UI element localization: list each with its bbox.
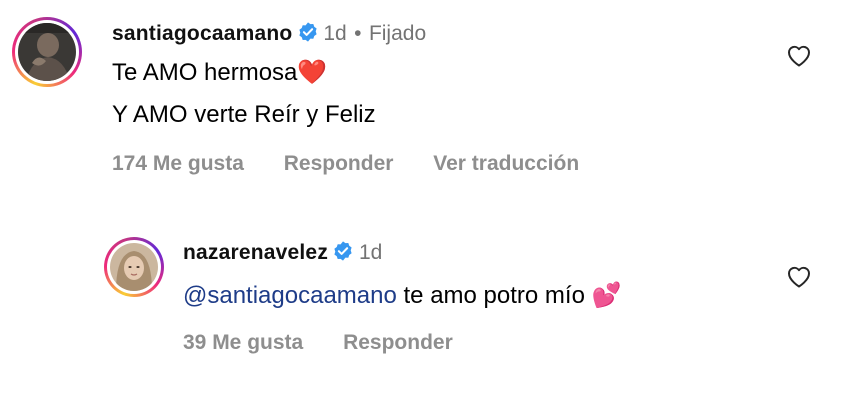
separator-dot: • — [354, 22, 362, 45]
username[interactable]: santiagocaamano — [112, 22, 292, 45]
like-heart-icon[interactable] — [786, 44, 812, 73]
comment-age: 1d — [358, 241, 383, 264]
red-heart-emoji: ❤️ — [297, 59, 328, 86]
comment-body: @santiagocaamano te amo potro mío 💕 — [183, 281, 622, 311]
reply-button[interactable]: Responder — [343, 331, 453, 354]
likes-count-button[interactable]: 174 Me gusta — [112, 152, 244, 175]
avatar-image — [110, 243, 158, 291]
reply-button[interactable]: Responder — [284, 152, 394, 175]
like-heart-icon[interactable] — [786, 265, 812, 294]
comment-header: nazarenavelez 1d — [183, 240, 382, 267]
comment-actions: 174 Me gusta Responder Ver traducción — [112, 152, 613, 176]
verified-badge-icon — [332, 240, 354, 267]
comment-line-2: Y AMO verte Reír y Feliz — [112, 101, 376, 128]
comment-actions: 39 Me gusta Responder — [183, 331, 487, 355]
verified-badge-icon — [297, 21, 319, 48]
comment-line-1: Te AMO hermosa❤️ — [112, 59, 328, 86]
comment-santiagocaamano: santiagocaamano 1d • Fijado Te AMO hermo… — [0, 0, 862, 200]
comment-body: Te AMO hermosa❤️ Y AMO verte Reír y Feli… — [112, 58, 376, 130]
pinned-label: Fijado — [368, 22, 427, 45]
comment-header: santiagocaamano 1d • Fijado — [112, 21, 426, 48]
comment-age: 1d — [323, 22, 347, 45]
avatar-image — [18, 23, 76, 81]
likes-count-button[interactable]: 39 Me gusta — [183, 331, 303, 354]
two-hearts-emoji: 💕 — [591, 282, 622, 309]
comment-text: te amo potro mío — [403, 282, 585, 309]
avatar-nazarenavelez[interactable] — [104, 237, 164, 297]
username[interactable]: nazarenavelez — [183, 241, 328, 264]
translate-button[interactable]: Ver traducción — [433, 152, 579, 175]
avatar-santiagocaamano[interactable] — [12, 17, 82, 87]
mention-link[interactable]: @santiagocaamano — [183, 282, 397, 309]
comment-nazarenavelez: nazarenavelez 1d @santiagocaamano te amo… — [0, 215, 862, 400]
